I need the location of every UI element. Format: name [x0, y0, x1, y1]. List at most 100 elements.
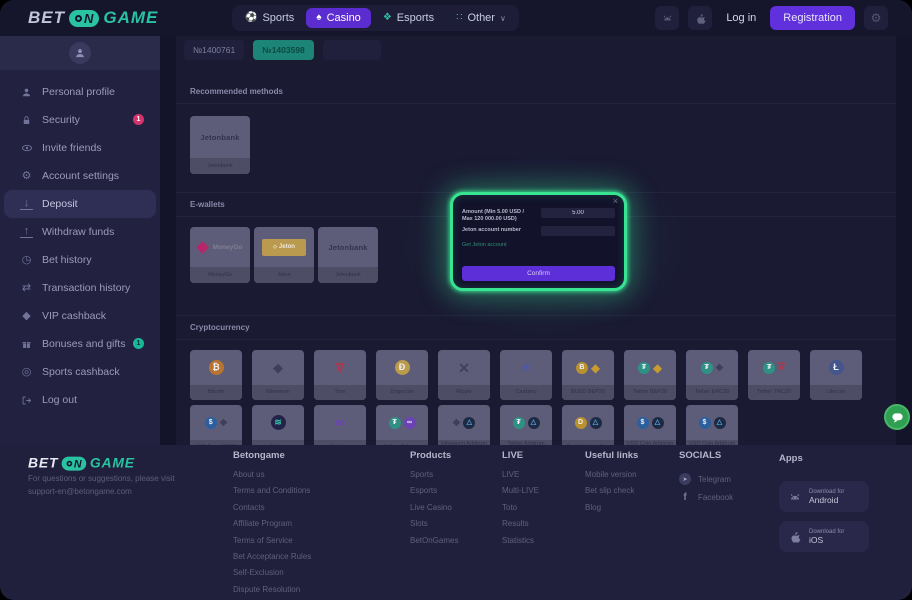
avatar[interactable] [69, 42, 91, 64]
nav-esports[interactable]: ❖ Esports [373, 8, 444, 28]
close-icon[interactable]: × [613, 197, 618, 206]
footer-link[interactable]: Esports [410, 486, 458, 502]
footer-link[interactable]: Blog [585, 503, 638, 519]
sidebar-item-vip-cashback[interactable]: ◆ VIP cashback [4, 302, 156, 330]
footer-link[interactable]: Terms of Service [233, 536, 311, 552]
lock-icon [20, 115, 33, 126]
sidebar-item-invite-friends[interactable]: Invite friends [4, 134, 156, 162]
jeton-diamond-icon: ◇ [273, 244, 277, 250]
dai-icon: D [575, 417, 587, 429]
crypto-card-usdt-trc20[interactable]: ₮∇ Tether TRC20 [748, 350, 800, 400]
download-android-button[interactable]: Download for Android [779, 481, 869, 512]
footer: BET N GAME For questions or suggestions,… [0, 445, 912, 600]
sidebar-item-deposit[interactable]: ↓ Deposit [4, 190, 156, 218]
footer-col-useful-links: Useful links Mobile version Bet slip che… [585, 450, 638, 519]
android-app-button[interactable] [655, 6, 679, 30]
ios-app-button[interactable] [688, 6, 712, 30]
header: BET N GAME ⚽ Sports ♠ Casino ❖ Esports ∷… [0, 0, 912, 36]
get-account-link[interactable]: Get Jeton account [462, 242, 615, 248]
logo-game-text: GAME [103, 8, 158, 28]
account-tab-active[interactable]: №1403598 [253, 40, 314, 60]
sidebar-item-security[interactable]: Security 1 [4, 106, 156, 134]
apple-icon [694, 12, 707, 25]
bnb-diamond-icon: ◆ [653, 362, 662, 374]
deposit-arrow-icon: ↓ [20, 198, 33, 210]
download-ios-button[interactable]: Download for iOS [779, 521, 869, 552]
account-tabs: №1400761 №1403598 [184, 40, 896, 60]
ethereum-icon: ◆ [273, 361, 283, 374]
footer-link[interactable]: LIVE [502, 470, 539, 486]
sidebar-item-label: Bonuses and gifts [42, 338, 125, 350]
crypto-card-ethereum[interactable]: ◆ Ethereum [252, 350, 304, 400]
arbitrum-icon: △ [528, 417, 540, 429]
footer-link[interactable]: About us [233, 470, 311, 486]
footer-link[interactable]: Terms and Conditions [233, 486, 311, 502]
method-card-jeton[interactable]: ◇Jeton Jeton [254, 227, 314, 283]
crypto-row-1: ₿ Bitcoin ◆ Ethereum ∇ Tron Ð Dogecoin ✕ [176, 340, 896, 400]
logo[interactable]: BET N GAME [28, 8, 158, 28]
crypto-card-usdt-erc20[interactable]: ₮◆ Tether ERC20 [686, 350, 738, 400]
social-telegram[interactable]: ➤ Telegram [679, 470, 733, 488]
footer-note: For questions or suggestions, please vis… [28, 473, 175, 499]
sidebar-item-bonuses-and-gifts[interactable]: Bonuses and gifts 1 [4, 330, 156, 358]
footer-link[interactable]: Live Casino [410, 503, 458, 519]
footer-link[interactable]: Dispute Resolution [233, 585, 311, 600]
method-card-moneygo[interactable]: MoneyGo MoneyGo [190, 227, 250, 283]
logo-o-icon [67, 460, 73, 466]
crypto-card-bitcoin[interactable]: ₿ Bitcoin [190, 350, 242, 400]
crypto-card-dogecoin[interactable]: Ð Dogecoin [376, 350, 428, 400]
crypto-card-usdt-bep20[interactable]: ₮◆ Tether BEP20 [624, 350, 676, 400]
account-number-input[interactable] [541, 226, 615, 236]
footer-link[interactable]: Affiliate Program [233, 519, 311, 535]
footer-link[interactable]: Self-Exclusion [233, 568, 311, 584]
footer-link[interactable]: Bet slip check [585, 486, 638, 502]
footer-link[interactable]: Multi-LIVE [502, 486, 539, 502]
account-tab[interactable]: №1400761 [184, 40, 244, 60]
nav-sports[interactable]: ⚽ Sports [235, 8, 304, 28]
sidebar-item-bet-history[interactable]: ◷ Bet history [4, 246, 156, 274]
clock-icon: ◷ [20, 255, 33, 266]
confirm-button[interactable]: Confirm [462, 266, 615, 281]
crypto-card-litecoin[interactable]: Ł Litecoin [810, 350, 862, 400]
chevron-down-icon: ∨ [500, 14, 506, 23]
logo-n-text: N [84, 11, 93, 26]
footer-link[interactable]: Statistics [502, 536, 539, 552]
crypto-card-busd-bep20[interactable]: B◆ BUSD BEP20 [562, 350, 614, 400]
nav-casino[interactable]: ♠ Casino [306, 8, 371, 28]
sidebar-item-transaction-history[interactable]: ⇄ Transaction history [4, 274, 156, 302]
social-facebook[interactable]: f Facebook [679, 488, 733, 506]
settings-button[interactable]: ⚙ [864, 6, 888, 30]
footer-link[interactable]: Toto [502, 503, 539, 519]
registration-button[interactable]: Registration [770, 6, 855, 30]
method-card-jetonbank[interactable]: Jetonbank Jetonbank [190, 116, 250, 174]
section-recommended: Recommended methods Jetonbank Jetonbank [176, 80, 896, 188]
crypto-card-ripple[interactable]: ✕ Ripple [438, 350, 490, 400]
crypto-card-cardano[interactable]: ✳ Cardano [500, 350, 552, 400]
login-button[interactable]: Log in [726, 12, 756, 24]
sidebar-item-personal-profile[interactable]: Personal profile [4, 78, 156, 106]
chat-button[interactable] [884, 404, 910, 430]
ethereum-icon: ◆ [716, 363, 724, 373]
footer-link[interactable]: Bet Acceptance Rules [233, 552, 311, 568]
usdc-icon: $ [205, 417, 217, 429]
sidebar-item-withdraw-funds[interactable]: ↑ Withdraw funds [4, 218, 156, 246]
casino-icon: ♠ [316, 13, 321, 23]
method-card-jetonbank2[interactable]: Jetonbank Jetonbank [318, 227, 378, 283]
sidebar-item-log-out[interactable]: Log out [4, 386, 156, 414]
sidebar-item-sports-cashback[interactable]: ◎ Sports cashback [4, 358, 156, 386]
bonuses-badge: 1 [133, 338, 144, 349]
telegram-icon: ➤ [679, 473, 691, 485]
account-tab-empty[interactable] [323, 40, 381, 60]
footer-link[interactable]: BetOnGames [410, 536, 458, 552]
sidebar-item-account-settings[interactable]: ⚙ Account settings [4, 162, 156, 190]
nav-other[interactable]: ∷ Other ∨ [446, 8, 516, 28]
footer-link[interactable]: Results [502, 519, 539, 535]
amount-input[interactable] [541, 208, 615, 218]
ethereum-icon: ◆ [220, 418, 228, 428]
footer-link[interactable]: Slots [410, 519, 458, 535]
footer-link[interactable]: Mobile version [585, 470, 638, 486]
crypto-card-tron[interactable]: ∇ Tron [314, 350, 366, 400]
sidebar-menu: Personal profile Security 1 Invite frien… [0, 78, 160, 414]
footer-link[interactable]: Sports [410, 470, 458, 486]
footer-link[interactable]: Contacts [233, 503, 311, 519]
